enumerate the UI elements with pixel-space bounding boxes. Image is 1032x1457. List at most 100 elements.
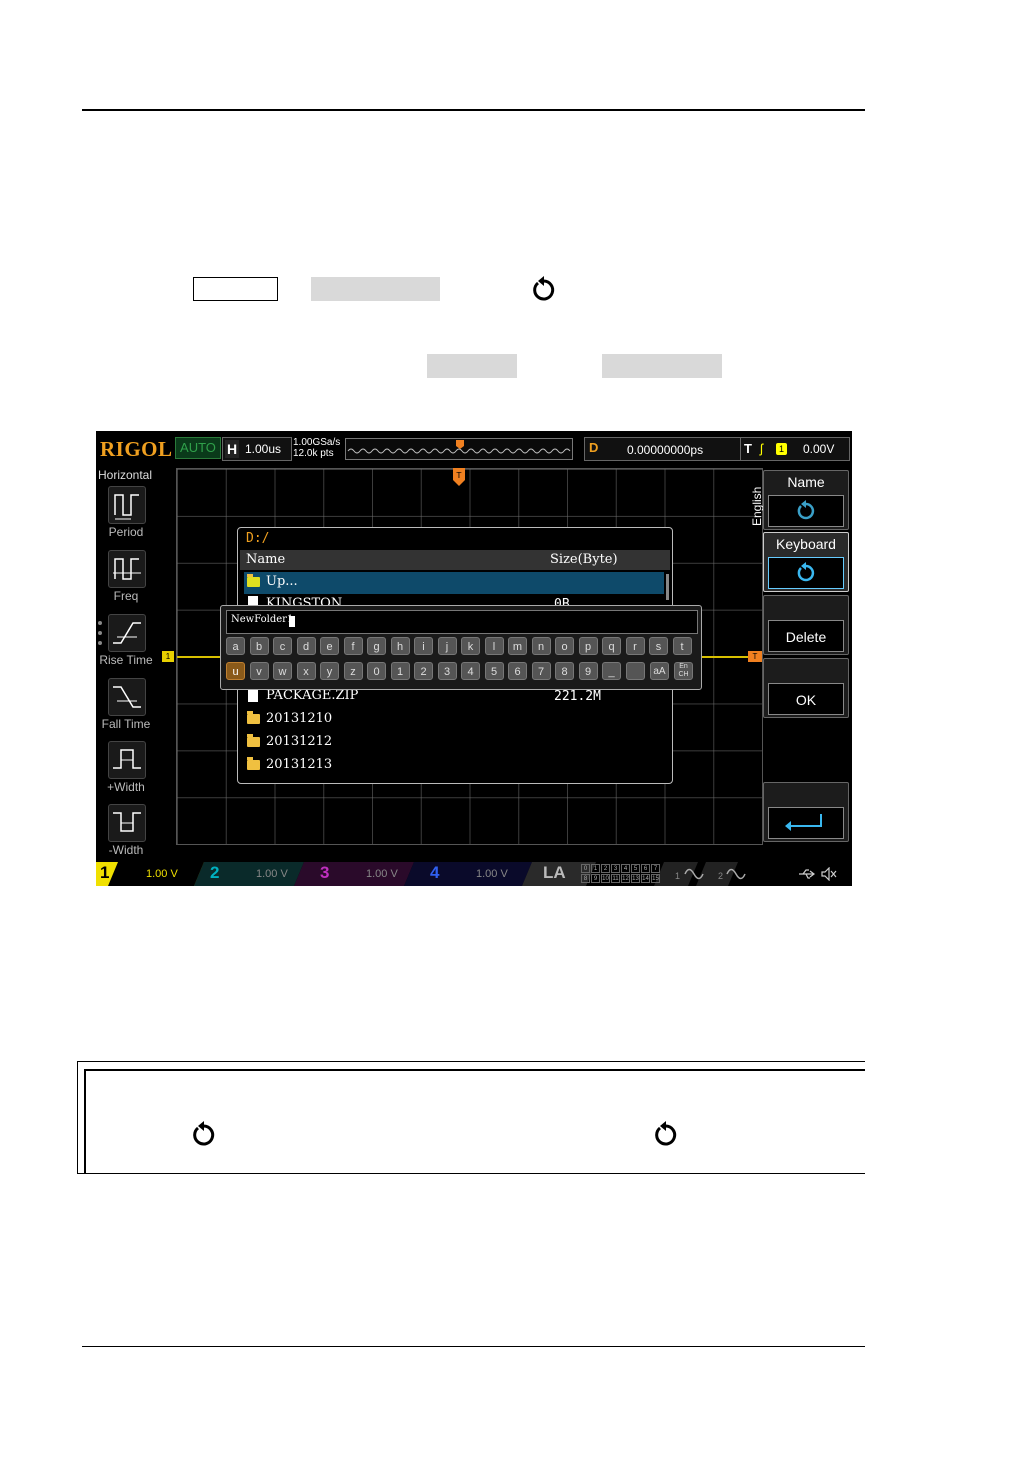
key-5[interactable]: 5 [484, 662, 504, 680]
key-6[interactable]: 6 [508, 662, 527, 680]
channel-1-tab[interactable]: 1 1.00 V [96, 862, 204, 886]
key-a[interactable]: a [226, 637, 245, 655]
up-folder-icon [247, 574, 260, 587]
name-input-field[interactable]: NewFolder1 [226, 610, 698, 634]
sample-rate-info: 1.00GSa/s 12.0k pts [293, 437, 340, 459]
key-x[interactable]: x [296, 662, 316, 680]
svg-text:T: T [456, 471, 462, 480]
la-bit: 2 [601, 864, 610, 873]
folder-icon [247, 757, 260, 770]
language-toggle-key[interactable]: En CH [674, 662, 693, 680]
key-m[interactable]: m [508, 637, 527, 655]
key-t[interactable]: t [672, 637, 692, 655]
key-0[interactable]: 0 [367, 662, 386, 680]
period-label: Period [108, 525, 144, 539]
key-u[interactable]: u [226, 662, 245, 680]
key-2[interactable]: 2 [414, 662, 433, 680]
channel-2-tab[interactable]: 2 1.00 V [204, 862, 304, 886]
key-h[interactable]: h [390, 637, 410, 655]
key-p[interactable]: p [578, 637, 598, 655]
channel-1-marker[interactable]: 1 [162, 651, 174, 662]
gen-1-label: 1 [675, 871, 681, 881]
case-toggle-key[interactable]: aA [650, 662, 669, 680]
delay-readout[interactable]: D 0.00000000ps [584, 437, 744, 461]
fall-time-button[interactable] [108, 678, 146, 716]
doc-softkey-box-1 [311, 277, 440, 301]
speaker-mute-icon[interactable] [820, 867, 838, 881]
key-y[interactable]: y [320, 662, 339, 680]
name-softkey[interactable]: Name [763, 470, 849, 530]
la-bit: 9 [591, 874, 600, 883]
key-9[interactable]: 9 [578, 662, 598, 680]
rise-time-label: Rise Time [99, 653, 153, 667]
key-1[interactable]: 1 [390, 662, 410, 680]
positive-width-label: +Width [107, 780, 145, 794]
negative-width-button[interactable] [108, 804, 146, 842]
file-row-up[interactable]: Up... [244, 572, 664, 594]
trigger-position-icon[interactable]: T [453, 468, 465, 486]
rise-time-button[interactable] [108, 614, 146, 652]
delay-label: D [589, 440, 599, 455]
key-i[interactable]: i [414, 637, 433, 655]
key-8[interactable]: 8 [555, 662, 574, 680]
negative-width-icon [113, 812, 141, 832]
brand-logo: RIGOL [100, 437, 173, 461]
key-j[interactable]: j [437, 637, 457, 655]
doc-softkey-box-2 [427, 354, 517, 378]
horizontal-label: H [225, 440, 239, 458]
key-4[interactable]: 4 [461, 662, 480, 680]
horizontal-timebase[interactable]: H 1.00us [222, 437, 292, 461]
key-e[interactable]: e [320, 637, 339, 655]
period-button[interactable] [108, 486, 146, 524]
delete-label: Delete [785, 629, 827, 645]
freq-icon [113, 558, 141, 580]
key-q[interactable]: q [602, 637, 621, 655]
key-underscore[interactable]: _ [602, 662, 621, 680]
folder-row[interactable]: 20131212 [244, 732, 664, 754]
name-input-value: NewFolder1 [231, 614, 294, 625]
key-r[interactable]: r [625, 637, 645, 655]
channel-4-tab[interactable]: 4 1.00 V [424, 862, 534, 886]
keyboard-softkey[interactable]: Keyboard [763, 532, 849, 592]
key-blank[interactable] [625, 662, 645, 680]
la-bit: 3 [611, 864, 620, 873]
key-b[interactable]: b [249, 637, 269, 655]
key-v[interactable]: v [249, 662, 269, 680]
language-label: English [750, 486, 764, 526]
page-bottom-rule [82, 1346, 865, 1347]
memory-wave-icon [347, 440, 571, 454]
key-s[interactable]: s [649, 637, 668, 655]
key-3[interactable]: 3 [437, 662, 457, 680]
key-l[interactable]: l [484, 637, 504, 655]
key-n[interactable]: n [531, 637, 551, 655]
file-icon [248, 688, 258, 702]
oscilloscope-screenshot: RIGOL AUTO H 1.00us 1.00GSa/s 12.0k pts … [96, 431, 852, 886]
memory-depth: 12.0k pts [293, 448, 334, 459]
multifunction-knob-icon [797, 562, 815, 582]
trigger-level-marker[interactable]: T [748, 651, 762, 662]
sine-wave-icon[interactable] [726, 867, 746, 881]
key-d[interactable]: d [296, 637, 316, 655]
key-w[interactable]: w [273, 662, 292, 680]
channel-3-tab[interactable]: 3 1.00 V [314, 862, 414, 886]
delete-softkey[interactable]: Delete [763, 595, 849, 655]
key-o[interactable]: o [555, 637, 574, 655]
folder-row[interactable]: 20131210 [244, 709, 664, 731]
channel-status-bar: 1 1.00 V 2 1.00 V 3 1.00 V 4 1.00 V LA 0… [96, 862, 852, 886]
key-z[interactable]: z [343, 662, 363, 680]
trigger-readout[interactable]: T ʃ 1 0.00V [740, 437, 850, 461]
key-f[interactable]: f [343, 637, 363, 655]
folder-row[interactable]: 20131213 [244, 755, 664, 777]
ok-softkey[interactable]: OK [763, 658, 849, 718]
sine-wave-icon[interactable] [684, 867, 704, 881]
logic-analyzer-label[interactable]: LA [543, 863, 566, 883]
key-7[interactable]: 7 [531, 662, 551, 680]
key-c[interactable]: c [273, 637, 292, 655]
key-g[interactable]: g [367, 637, 386, 655]
positive-width-button[interactable] [108, 741, 146, 779]
la-bit: 0 [581, 864, 590, 873]
scrollbar[interactable] [666, 574, 669, 600]
freq-button[interactable] [108, 550, 146, 588]
key-k[interactable]: k [461, 637, 480, 655]
return-softkey[interactable] [763, 782, 849, 842]
